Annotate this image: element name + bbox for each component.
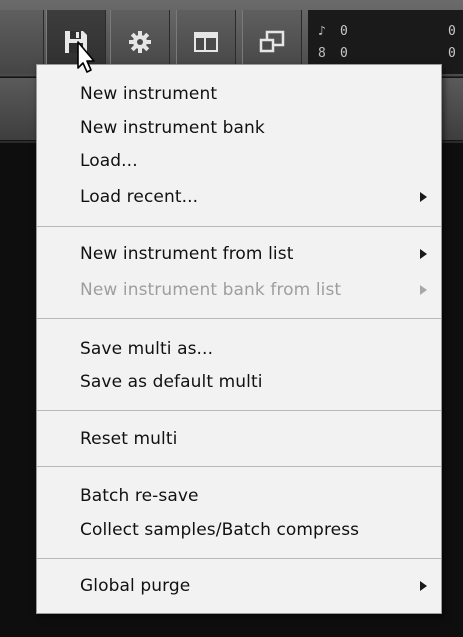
menu-item-label: Global purge	[80, 576, 191, 596]
menu-item-reset-multi[interactable]: Reset multi	[37, 424, 441, 454]
meter-row-voices: ♪ 0	[318, 24, 348, 39]
floppy-disk-icon	[65, 31, 87, 53]
menu-item-new-instrument-bank[interactable]: New instrument bank	[37, 113, 441, 143]
file-menu: New instrument New instrument bank Load.…	[36, 64, 442, 614]
restore-window-icon	[259, 30, 285, 53]
menu-item-label: New instrument bank	[80, 118, 265, 138]
menu-item-label: Save as default multi	[80, 372, 263, 392]
menu-item-new-instrument-from-list[interactable]: New instrument from list	[37, 239, 441, 269]
menu-separator	[37, 558, 441, 559]
submenu-arrow-icon	[420, 249, 427, 259]
menu-item-load-recent[interactable]: Load recent...	[37, 182, 441, 212]
submenu-arrow-icon	[420, 192, 427, 202]
layout-icon	[194, 32, 218, 52]
meter-row-memory: 80	[318, 46, 348, 61]
menu-item-load[interactable]: Load...	[37, 146, 441, 176]
menu-separator	[37, 466, 441, 467]
menu-item-label: New instrument from list	[80, 244, 294, 264]
menu-item-label: New instrument	[80, 84, 218, 104]
menu-item-label: Load...	[80, 151, 138, 171]
menu-item-new-instrument-bank-from-list: New instrument bank from list	[37, 275, 441, 305]
menu-separator	[37, 226, 441, 227]
submenu-arrow-icon	[420, 581, 427, 591]
menu-item-batch-re-save[interactable]: Batch re-save	[37, 481, 441, 511]
memory-icon: 8	[318, 46, 326, 61]
menu-item-save-multi-as[interactable]: Save multi as...	[37, 334, 441, 364]
gear-icon	[129, 31, 151, 53]
voices-value: 0	[340, 24, 348, 39]
menu-item-collect-samples[interactable]: Collect samples/Batch compress	[37, 515, 441, 545]
voice-note-icon: ♪	[318, 24, 326, 39]
meter-right-top: 0	[448, 24, 456, 39]
menu-item-new-instrument[interactable]: New instrument	[37, 79, 441, 109]
menu-item-label: Save multi as...	[80, 339, 214, 359]
menu-item-label: Collect samples/Batch compress	[80, 520, 360, 540]
menu-item-label: Reset multi	[80, 429, 178, 449]
menu-item-save-as-default-multi[interactable]: Save as default multi	[37, 367, 441, 397]
meter-right-bottom: 0	[448, 46, 456, 61]
menu-item-label: New instrument bank from list	[80, 280, 342, 300]
submenu-arrow-icon	[420, 285, 427, 295]
memory-value: 0	[340, 46, 348, 61]
menu-item-label: Load recent...	[80, 187, 199, 207]
menu-separator	[37, 318, 441, 319]
menu-item-label: Batch re-save	[80, 486, 199, 506]
menu-separator	[37, 410, 441, 411]
menu-item-global-purge[interactable]: Global purge	[37, 571, 441, 601]
